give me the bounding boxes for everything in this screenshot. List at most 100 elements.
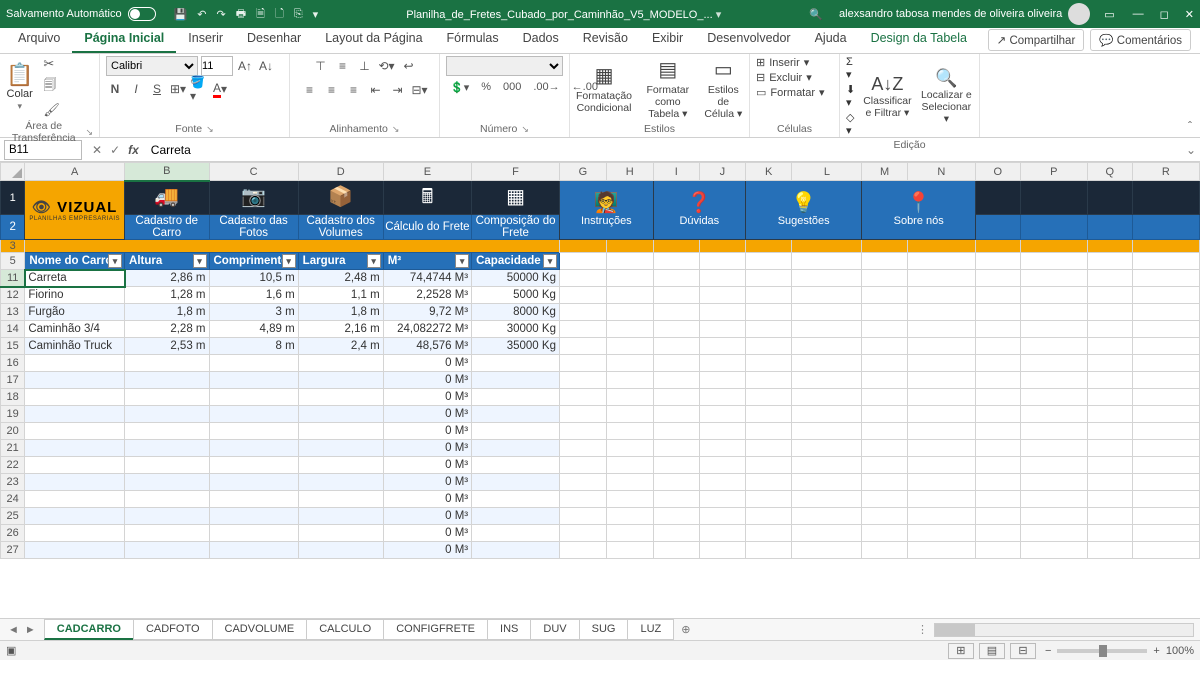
avatar-icon[interactable] bbox=[1068, 3, 1090, 25]
table-cell[interactable]: Carreta bbox=[25, 270, 125, 287]
page-layout-view-button[interactable]: ▤ bbox=[979, 643, 1005, 659]
col-header-L[interactable]: L bbox=[792, 163, 862, 181]
nav-item[interactable]: Cadastro das Fotos bbox=[209, 215, 298, 240]
tab-ajuda[interactable]: Ajuda bbox=[803, 27, 859, 53]
table-cell[interactable] bbox=[472, 423, 560, 440]
col-header-P[interactable]: P bbox=[1020, 163, 1087, 181]
row-header-24[interactable]: 24 bbox=[1, 491, 25, 508]
formula-input[interactable] bbox=[145, 140, 1182, 160]
table-cell[interactable] bbox=[209, 508, 298, 525]
table-cell[interactable] bbox=[209, 440, 298, 457]
dialog-launcher-icon[interactable]: ↘ bbox=[521, 124, 529, 135]
decrease-font-icon[interactable]: A↓ bbox=[257, 57, 275, 75]
table-cell[interactable] bbox=[298, 525, 383, 542]
col-header-E[interactable]: E bbox=[383, 163, 471, 181]
table-cell[interactable] bbox=[472, 542, 560, 559]
autosum-icon[interactable]: Σ ▾ bbox=[846, 56, 855, 81]
table-cell[interactable] bbox=[209, 474, 298, 491]
table-cell[interactable] bbox=[25, 389, 125, 406]
table-cell[interactable] bbox=[25, 423, 125, 440]
row-header-19[interactable]: 19 bbox=[1, 406, 25, 423]
row-header-17[interactable]: 17 bbox=[1, 372, 25, 389]
row-header-12[interactable]: 12 bbox=[1, 287, 25, 304]
qat-more-icon[interactable]: ▾ bbox=[313, 8, 319, 21]
zoom-slider[interactable] bbox=[1057, 649, 1147, 653]
tab-layout-da-página[interactable]: Layout da Página bbox=[313, 27, 434, 53]
table-cell[interactable] bbox=[125, 389, 209, 406]
table-cell[interactable]: 50000 Kg bbox=[472, 270, 560, 287]
align-center-icon[interactable]: ≡ bbox=[322, 80, 342, 100]
currency-icon[interactable]: 💲▾ bbox=[446, 80, 473, 95]
table-cell[interactable]: 35000 Kg bbox=[472, 338, 560, 355]
underline-button[interactable]: S bbox=[148, 80, 166, 98]
number-format-select[interactable] bbox=[446, 56, 563, 76]
table-cell[interactable]: 0 M³ bbox=[383, 542, 471, 559]
percent-icon[interactable]: % bbox=[477, 80, 495, 95]
table-cell[interactable] bbox=[472, 389, 560, 406]
col-header-K[interactable]: K bbox=[745, 163, 791, 181]
row-header-20[interactable]: 20 bbox=[1, 423, 25, 440]
row-header-22[interactable]: 22 bbox=[1, 457, 25, 474]
align-left-icon[interactable]: ≡ bbox=[300, 80, 320, 100]
table-cell[interactable] bbox=[209, 423, 298, 440]
sheet-tab-ins[interactable]: INS bbox=[487, 619, 531, 640]
row-header-26[interactable]: 26 bbox=[1, 525, 25, 542]
row-header-3[interactable]: 3 bbox=[1, 240, 25, 253]
col-header-M[interactable]: M bbox=[862, 163, 907, 181]
filter-dropdown-icon[interactable]: ▾ bbox=[282, 254, 296, 268]
table-cell[interactable]: 0 M³ bbox=[383, 457, 471, 474]
undo-icon[interactable]: ↶ bbox=[197, 8, 206, 21]
merge-button[interactable]: ⊟▾ bbox=[410, 80, 430, 100]
enter-formula-icon[interactable]: ✓ bbox=[110, 143, 120, 157]
align-top-icon[interactable]: ⊤ bbox=[311, 56, 331, 76]
table-cell[interactable]: 2,4 m bbox=[298, 338, 383, 355]
row-header-5[interactable]: 5 bbox=[1, 253, 25, 270]
table-cell[interactable] bbox=[298, 491, 383, 508]
filter-dropdown-icon[interactable]: ▾ bbox=[455, 254, 469, 268]
table-cell[interactable] bbox=[25, 355, 125, 372]
sort-filter-button[interactable]: A↓ZClassificar e Filtrar ▾ bbox=[863, 74, 911, 119]
table-cell[interactable] bbox=[209, 355, 298, 372]
col-header-R[interactable]: R bbox=[1132, 163, 1199, 181]
row-header-11[interactable]: 11 bbox=[1, 270, 25, 287]
table-cell[interactable] bbox=[125, 355, 209, 372]
new-sheet-button[interactable]: ⊕ bbox=[673, 620, 698, 639]
col-header-N[interactable]: N bbox=[907, 163, 975, 181]
delete-cells-button[interactable]: ⊟ Excluir ▾ bbox=[756, 71, 812, 84]
col-header-I[interactable]: I bbox=[653, 163, 699, 181]
table-header[interactable]: Comprimento▾ bbox=[209, 253, 298, 270]
table-cell[interactable] bbox=[125, 491, 209, 508]
collapse-ribbon-icon[interactable]: ˆ bbox=[1188, 119, 1192, 133]
row-header-13[interactable]: 13 bbox=[1, 304, 25, 321]
save-icon[interactable]: 💾 bbox=[174, 8, 188, 21]
expand-formula-bar-icon[interactable]: ⌄ bbox=[1182, 143, 1200, 157]
sheet-tab-cadfoto[interactable]: CADFOTO bbox=[133, 619, 213, 640]
table-cell[interactable] bbox=[209, 406, 298, 423]
table-cell[interactable] bbox=[298, 372, 383, 389]
table-cell[interactable] bbox=[298, 457, 383, 474]
decrease-indent-icon[interactable]: ⇤ bbox=[366, 80, 386, 100]
clear-icon[interactable]: ◇ ▾ bbox=[846, 111, 855, 137]
select-all-cell[interactable] bbox=[1, 163, 25, 181]
increase-indent-icon[interactable]: ⇥ bbox=[388, 80, 408, 100]
table-cell[interactable] bbox=[209, 389, 298, 406]
filter-dropdown-icon[interactable]: ▾ bbox=[108, 254, 122, 268]
table-cell[interactable]: 4,89 m bbox=[209, 321, 298, 338]
tab-revisão[interactable]: Revisão bbox=[571, 27, 640, 53]
table-cell[interactable]: 30000 Kg bbox=[472, 321, 560, 338]
tab-exibir[interactable]: Exibir bbox=[640, 27, 695, 53]
find-select-button[interactable]: 🔍Localizar e Selecionar ▾ bbox=[920, 68, 973, 125]
minimize-button[interactable]: — bbox=[1133, 8, 1144, 21]
table-cell[interactable] bbox=[125, 542, 209, 559]
table-cell[interactable]: 1,6 m bbox=[209, 287, 298, 304]
row-header-27[interactable]: 27 bbox=[1, 542, 25, 559]
table-header[interactable]: Largura▾ bbox=[298, 253, 383, 270]
copy-icon[interactable]: 🗐 bbox=[43, 76, 60, 98]
filter-dropdown-icon[interactable]: ▾ bbox=[367, 254, 381, 268]
row-header-2[interactable]: 2 bbox=[1, 215, 25, 240]
insert-cells-button[interactable]: ⊞ Inserir ▾ bbox=[756, 56, 809, 69]
table-cell[interactable]: 2,28 m bbox=[125, 321, 209, 338]
dialog-launcher-icon[interactable]: ↘ bbox=[392, 124, 400, 135]
table-cell[interactable] bbox=[472, 457, 560, 474]
redo-icon[interactable]: ↷ bbox=[217, 8, 226, 21]
